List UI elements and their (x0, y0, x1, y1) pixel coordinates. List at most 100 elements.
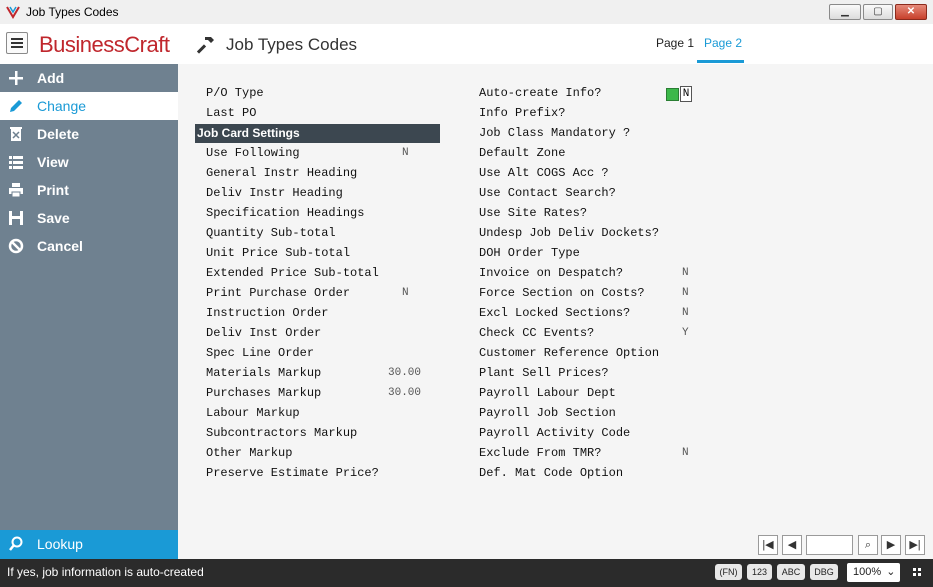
field-label: Specification Headings (206, 206, 365, 220)
field-label: Invoice on Despatch? (479, 266, 624, 280)
field-label: Job Class Mandatory ? (479, 126, 631, 140)
next-record-button[interactable]: ▶ (881, 535, 901, 555)
field-label: Purchases Markup (206, 386, 322, 400)
field-label: Use Following (206, 146, 300, 160)
field-value[interactable]: N (682, 307, 689, 319)
field-value[interactable]: N (682, 287, 689, 299)
field-value[interactable]: N (402, 147, 409, 159)
sidebar-item-add[interactable]: Add (0, 64, 178, 92)
search-record-button[interactable]: ⌕ (858, 535, 878, 555)
tab-page-2[interactable]: Page 2 (704, 36, 742, 50)
first-record-button[interactable]: |◀ (758, 535, 778, 555)
sidebar-item-view[interactable]: View (0, 148, 178, 176)
field-label: Payroll Job Section (479, 406, 616, 420)
field-label: Materials Markup (206, 366, 322, 380)
resize-grip-icon[interactable] (913, 568, 921, 576)
field-value[interactable]: N (682, 267, 689, 279)
sidebar-item-label: Change (37, 98, 87, 114)
sidebar: Add Change Delete View Print Save Cancel… (0, 64, 178, 560)
sidebar-item-label: Delete (37, 126, 80, 142)
field-label: Payroll Activity Code (479, 426, 631, 440)
field-label: Print Purchase Order (206, 286, 351, 300)
field-label: Undesp Job Deliv Dockets? (479, 226, 660, 240)
field-label: Use Site Rates? (479, 206, 588, 220)
field-label: Default Zone (479, 146, 566, 160)
hammer-icon (197, 37, 214, 54)
search-icon (9, 536, 23, 551)
sidebar-item-delete[interactable]: Delete (0, 120, 178, 148)
active-tab-indicator (697, 60, 744, 63)
sidebar-item-label: View (37, 154, 69, 170)
sidebar-item-label: Save (37, 210, 70, 226)
field-label: Extended Price Sub-total (206, 266, 379, 280)
field-label: Labour Markup (206, 406, 300, 420)
field-label: Payroll Labour Dept (479, 386, 616, 400)
window-title: Job Types Codes (26, 5, 119, 19)
zoom-select[interactable]: 100% ⌄ (847, 563, 900, 582)
field-label: Excl Locked Sections? (479, 306, 631, 320)
field-label: Info Prefix? (479, 106, 566, 120)
field-label: Use Alt COGS Acc ? (479, 166, 609, 180)
plus-icon (9, 71, 23, 85)
pencil-icon (10, 100, 22, 112)
field-label: Auto-create Info? (479, 86, 602, 100)
lookup-button[interactable]: Lookup (0, 530, 178, 560)
sidebar-item-cancel[interactable]: Cancel (0, 232, 178, 260)
tab-page-1[interactable]: Page 1 (656, 36, 694, 50)
field-value[interactable]: Y (682, 327, 689, 339)
sidebar-item-save[interactable]: Save (0, 204, 178, 232)
status-bar: If yes, job information is auto-created … (0, 559, 933, 587)
field-label: Spec Line Order (206, 346, 315, 360)
field-label: Force Section on Costs? (479, 286, 645, 300)
sidebar-item-print[interactable]: Print (0, 176, 178, 204)
field-label: Customer Reference Option (479, 346, 660, 360)
page-title: Job Types Codes (226, 35, 358, 54)
field-label-last-po: Last PO (206, 106, 257, 120)
debug-indicator[interactable]: DBG (810, 564, 838, 580)
maximize-button[interactable]: ▢ (863, 4, 893, 20)
field-label: Subcontractors Markup (206, 426, 358, 440)
sidebar-item-label: Cancel (37, 238, 83, 254)
capslock-indicator[interactable]: ABC (777, 564, 805, 580)
list-icon (9, 156, 23, 169)
section-header-job-card-settings: Job Card Settings (195, 124, 440, 143)
window-titlebar: Job Types Codes ▁ ▢ ✕ (0, 0, 933, 25)
field-label: Instruction Order (206, 306, 329, 320)
minimize-button[interactable]: ▁ (829, 4, 861, 20)
fn-indicator[interactable]: (FN) (715, 564, 742, 580)
field-label: Plant Sell Prices? (479, 366, 609, 380)
sidebar-item-label: Print (37, 182, 69, 198)
field-label: Def. Mat Code Option (479, 466, 624, 480)
printer-icon (9, 183, 23, 198)
numlock-indicator[interactable]: 123 (747, 564, 772, 580)
sidebar-item-change[interactable]: Change (0, 92, 178, 120)
field-label: Check CC Events? (479, 326, 595, 340)
menu-button[interactable] (6, 32, 28, 54)
record-search-input[interactable] (806, 535, 853, 555)
status-message: If yes, job information is auto-created (7, 565, 204, 579)
auto-create-info-checkbox[interactable] (666, 88, 679, 101)
close-button[interactable]: ✕ (895, 4, 927, 20)
field-value[interactable]: 30.00 (388, 367, 421, 379)
field-value[interactable]: N (682, 447, 689, 459)
field-value[interactable]: 30.00 (388, 387, 421, 399)
field-label: Quantity Sub-total (206, 226, 336, 240)
field-label: DOH Order Type (479, 246, 580, 260)
floppy-icon (9, 211, 23, 225)
field-value[interactable]: N (402, 287, 409, 299)
last-record-button[interactable]: ▶| (905, 535, 925, 555)
field-label: General Instr Heading (206, 166, 358, 180)
field-label-po-type: P/O Type (206, 86, 264, 100)
prev-record-button[interactable]: ◀ (782, 535, 802, 555)
field-label: Deliv Inst Order (206, 326, 322, 340)
field-label: Preserve Estimate Price? (206, 466, 379, 480)
field-label: Unit Price Sub-total (206, 246, 351, 260)
lookup-label: Lookup (37, 536, 83, 552)
field-label: Exclude From TMR? (479, 446, 602, 460)
field-label: Deliv Instr Heading (206, 186, 343, 200)
sidebar-item-label: Add (37, 70, 65, 86)
brand-logo: BusinessCraft (39, 32, 170, 57)
field-label: Use Contact Search? (479, 186, 616, 200)
auto-create-info-input[interactable]: N (680, 86, 692, 102)
field-label: Other Markup (206, 446, 293, 460)
